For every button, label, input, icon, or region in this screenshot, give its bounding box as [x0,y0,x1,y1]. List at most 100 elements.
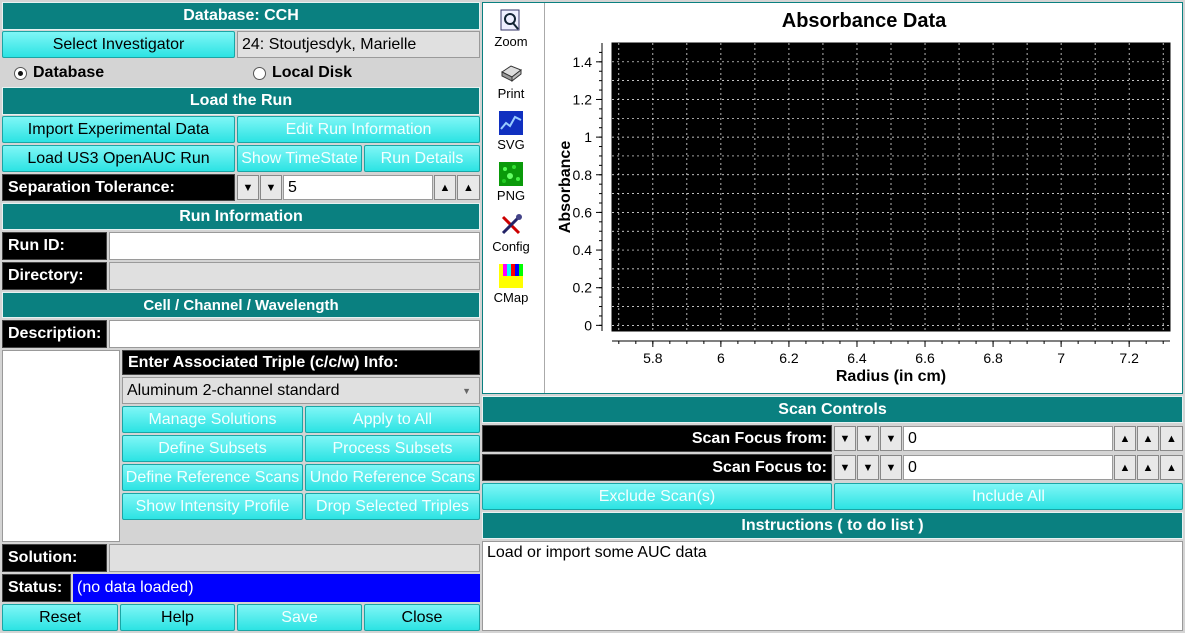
separation-tolerance-label: Separation Tolerance: [2,174,235,201]
scan-focus-to-label: Scan Focus to: [482,454,832,481]
save-button[interactable]: Save [237,604,362,631]
svg-tool[interactable]: SVG [487,111,535,152]
undo-reference-scans-button[interactable]: Undo Reference Scans [305,464,480,491]
centerpiece-select[interactable]: Aluminum 2-channel standard ▼ [122,377,480,404]
config-tool[interactable]: Config [487,213,535,254]
print-tool[interactable]: Print [487,60,535,101]
database-radio-label: Database [33,64,105,81]
show-timestate-button[interactable]: Show TimeState [237,145,362,172]
separation-tolerance-input[interactable]: 5 [283,175,433,200]
png-tool[interactable]: PNG [487,162,535,203]
to-down-arrow-icon[interactable]: ▼ [857,455,879,480]
apply-to-all-button[interactable]: Apply to All [305,406,480,433]
include-all-button[interactable]: Include All [834,483,1183,510]
up-arrow-icon[interactable]: ▲ [434,175,456,200]
png-label: PNG [496,188,526,203]
edit-run-information-button[interactable]: Edit Run Information [237,116,480,143]
triple-list[interactable] [2,350,120,542]
description-field[interactable] [109,320,480,348]
y-tick-label: 0.4 [573,242,593,258]
y-tick-label: 1.2 [573,91,593,107]
print-label: Print [497,86,525,101]
radio-selected-icon [14,66,27,80]
manage-solutions-button[interactable]: Manage Solutions [122,406,303,433]
x-tick-label: 7 [1057,350,1065,366]
svg-icon [499,111,523,135]
description-label: Description: [2,320,107,348]
scan-focus-from-label: Scan Focus from: [482,425,832,452]
to-triple-up-arrow-icon[interactable]: ▲ [1160,455,1183,480]
from-triple-down-arrow-icon[interactable]: ▼ [880,426,902,451]
chevron-down-icon: ▼ [462,385,471,396]
to-double-up-arrow-icon[interactable]: ▲ [1137,455,1159,480]
local-disk-radio[interactable]: Local Disk [253,63,352,83]
y-tick-label: 1.4 [573,54,593,70]
process-subsets-button[interactable]: Process Subsets [305,435,480,462]
svg-label: SVG [497,137,525,152]
to-up-arrow-icon[interactable]: ▲ [1114,455,1136,480]
zoom-label: Zoom [494,34,528,49]
run-details-button[interactable]: Run Details [364,145,480,172]
drop-selected-triples-button[interactable]: Drop Selected Triples [305,493,480,520]
instructions-title: Instructions ( to do list ) [482,512,1183,539]
absorbance-chart[interactable]: 5.8 6 6.2 6.4 6.6 6.8 7 7.2 0 0.2 0.4 0.6 0.8 1 1.2 1.4… [546,36,1182,392]
down-arrow-icon[interactable]: ▼ [260,175,282,200]
zoom-tool[interactable]: Zoom [487,8,535,49]
define-reference-scans-button[interactable]: Define Reference Scans [122,464,303,491]
double-up-arrow-icon[interactable]: ▲ [457,175,480,200]
load-run-title: Load the Run [2,87,480,115]
x-axis-label: Radius (in cm) [836,368,946,385]
cmap-icon [499,264,523,288]
to-double-down-arrow-icon[interactable]: ▼ [834,455,856,480]
triple-info-label: Enter Associated Triple (c/c/w) Info: [122,350,480,375]
scan-controls-title: Scan Controls [482,396,1183,423]
y-tick-label: 0.2 [573,280,593,296]
y-tick-label: 0.8 [573,167,593,183]
investigator-field: 24: Stoutjesdyk, Marielle [237,31,480,58]
from-down-arrow-icon[interactable]: ▼ [857,426,879,451]
instructions-text: Load or import some AUC data [482,541,1183,631]
toolbar-divider [544,3,545,393]
y-tick-label: 0 [584,317,592,333]
import-experimental-data-button[interactable]: Import Experimental Data [2,116,235,143]
plot-area [611,42,1171,332]
show-intensity-profile-button[interactable]: Show Intensity Profile [122,493,303,520]
double-down-arrow-icon[interactable]: ▼ [237,175,259,200]
print-icon [499,60,523,84]
exclude-scans-button[interactable]: Exclude Scan(s) [482,483,832,510]
reset-button[interactable]: Reset [2,604,118,631]
y-tick-label: 1 [584,129,592,145]
status-value: (no data loaded) [73,574,480,602]
x-tick-label: 6.8 [983,350,1003,366]
cmap-tool[interactable]: CMap [487,264,535,305]
x-tick-label: 7.2 [1119,350,1139,366]
to-triple-down-arrow-icon[interactable]: ▼ [880,455,902,480]
solution-field [109,544,480,572]
x-tick-label: 5.8 [643,350,663,366]
ccw-title: Cell / Channel / Wavelength [2,292,480,318]
define-subsets-button[interactable]: Define Subsets [122,435,303,462]
scan-focus-to-input[interactable]: 0 [903,455,1113,480]
directory-label: Directory: [2,262,107,290]
from-double-down-arrow-icon[interactable]: ▼ [834,426,856,451]
from-triple-up-arrow-icon[interactable]: ▲ [1160,426,1183,451]
x-tick-label: 6 [717,350,725,366]
run-information-title: Run Information [2,203,480,230]
chart-title: Absorbance Data [781,10,947,32]
radio-unselected-icon [253,66,266,80]
y-tick-label: 0.6 [573,204,593,220]
select-investigator-button[interactable]: Select Investigator [2,31,235,58]
run-id-label: Run ID: [2,232,107,260]
database-radio[interactable]: Database [14,63,104,83]
directory-field [109,262,480,290]
from-double-up-arrow-icon[interactable]: ▲ [1137,426,1159,451]
help-button[interactable]: Help [120,604,235,631]
database-title: Database: CCH [2,2,480,30]
close-button[interactable]: Close [364,604,480,631]
load-openauc-run-button[interactable]: Load US3 OpenAUC Run [2,145,235,172]
centerpiece-value: Aluminum 2-channel standard [127,381,340,399]
from-up-arrow-icon[interactable]: ▲ [1114,426,1136,451]
status-label: Status: [2,574,71,602]
run-id-field[interactable] [109,232,480,260]
scan-focus-from-input[interactable]: 0 [903,426,1113,451]
